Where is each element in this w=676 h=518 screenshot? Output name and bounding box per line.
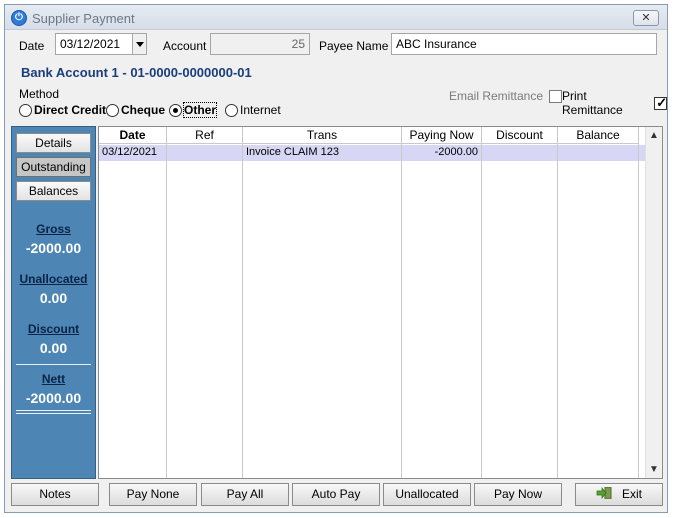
discount-label: Discount — [27, 322, 80, 336]
bank-account-title: Bank Account 1 - 01-0000-0000000-01 — [21, 65, 252, 80]
column-header-discount[interactable]: Discount — [482, 127, 557, 144]
cell-balance — [558, 145, 638, 161]
transactions-grid[interactable]: Date Ref Trans Paying Now Discount Balan… — [98, 126, 663, 479]
email-remittance-label: Email Remittance — [449, 89, 544, 103]
column-header-balance[interactable]: Balance — [558, 127, 638, 144]
column-header-trans[interactable]: Trans — [243, 127, 401, 144]
nett-value: -2000.00 — [25, 390, 82, 406]
method-label: Method — [19, 87, 60, 101]
unallocated-label: Unallocated — [19, 272, 88, 286]
cell-discount[interactable] — [482, 145, 557, 161]
payee-name-field[interactable]: ABC Insurance — [391, 33, 657, 55]
details-tab-button[interactable]: Details — [16, 133, 91, 153]
account-label: Account — [163, 39, 207, 53]
radio-circle-selected — [169, 103, 182, 117]
button-label: Unallocated — [395, 487, 459, 501]
date-label: Date — [19, 39, 45, 53]
column-header-ref[interactable]: Ref — [167, 127, 242, 144]
gross-label: Gross — [36, 222, 71, 236]
power-icon: ⏻ — [11, 10, 27, 26]
vertical-scrollbar[interactable]: ▲ ▼ — [645, 127, 662, 478]
title-bar: ⏻ Supplier Payment ✕ — [5, 5, 667, 30]
table-row[interactable]: 03/12/2021 Invoice CLAIM 123 -2000.00 — [99, 145, 645, 161]
summary-sidebar: Details Outstanding Balances Gross -2000… — [11, 126, 96, 479]
exit-button[interactable]: Exit — [575, 483, 663, 506]
column-header-paying-now[interactable]: Paying Now — [402, 127, 481, 144]
unallocated-button[interactable]: Unallocated — [383, 483, 471, 506]
date-field[interactable]: 03/12/2021 — [55, 33, 147, 55]
scroll-down-icon[interactable]: ▼ — [646, 461, 662, 478]
column-header-date[interactable]: Date — [99, 127, 166, 144]
button-label: Exit — [621, 487, 642, 501]
button-label: Pay None — [126, 487, 180, 501]
close-button[interactable]: ✕ — [633, 10, 659, 26]
method-radio-cheque[interactable]: Cheque — [106, 102, 165, 118]
auto-pay-button[interactable]: Auto Pay — [292, 483, 380, 506]
divider — [16, 413, 91, 414]
button-label: Notes — [39, 487, 71, 501]
radio-circle — [106, 103, 119, 117]
checkbox-box — [549, 89, 563, 103]
outstanding-tab-button[interactable]: Outstanding — [16, 157, 91, 177]
email-remittance-checkbox[interactable]: Email Remittance — [449, 89, 563, 103]
column-divider — [242, 127, 243, 478]
divider — [16, 364, 91, 365]
column-divider — [166, 127, 167, 478]
unallocated-value: 0.00 — [39, 290, 68, 306]
pay-none-button[interactable]: Pay None — [109, 483, 197, 506]
cell-trans: Invoice CLAIM 123 — [246, 146, 339, 158]
column-divider — [638, 127, 639, 478]
method-radio-internet[interactable]: Internet — [225, 102, 281, 118]
pay-all-button[interactable]: Pay All — [201, 483, 289, 506]
balances-tab-button[interactable]: Balances — [16, 181, 91, 201]
cell-paying-now[interactable]: -2000.00 — [402, 145, 481, 161]
window-title: Supplier Payment — [32, 11, 135, 26]
account-field: 25 — [210, 33, 310, 55]
button-label: Auto Pay — [311, 487, 361, 501]
notes-button[interactable]: Notes — [11, 483, 99, 506]
button-label: Pay Now — [493, 487, 543, 501]
print-remittance-checkbox[interactable]: Print Remittance — [562, 89, 667, 117]
radio-label: Other — [182, 102, 218, 118]
checkbox-box-checked — [654, 95, 667, 111]
payee-name-label: Payee Name — [319, 39, 389, 53]
cell-date: 03/12/2021 — [102, 146, 158, 158]
nett-label: Nett — [41, 372, 66, 386]
pay-now-button[interactable]: Pay Now — [474, 483, 562, 506]
print-remittance-label: Print Remittance — [562, 89, 623, 117]
method-radio-other[interactable]: Other — [169, 102, 218, 118]
button-label: Pay All — [226, 487, 264, 501]
method-radio-direct-credit[interactable]: Direct Credit — [19, 102, 106, 118]
column-divider — [481, 127, 482, 478]
column-divider — [557, 127, 558, 478]
date-value: 03/12/2021 — [60, 37, 121, 51]
exit-icon — [596, 485, 612, 500]
radio-label: Cheque — [121, 103, 166, 117]
gross-value: -2000.00 — [25, 240, 82, 256]
cell-ref — [167, 145, 242, 161]
radio-label: Direct Credit — [34, 103, 107, 117]
supplier-payment-window: ⏻ Supplier Payment ✕ Date 03/12/2021 Acc… — [4, 4, 668, 513]
column-divider — [401, 127, 402, 478]
scroll-up-icon[interactable]: ▲ — [646, 127, 662, 144]
divider — [16, 410, 91, 411]
radio-circle — [225, 103, 238, 117]
discount-value: 0.00 — [39, 340, 68, 356]
radio-circle — [19, 103, 32, 117]
chevron-down-icon[interactable] — [132, 34, 146, 54]
radio-label: Internet — [240, 103, 281, 117]
